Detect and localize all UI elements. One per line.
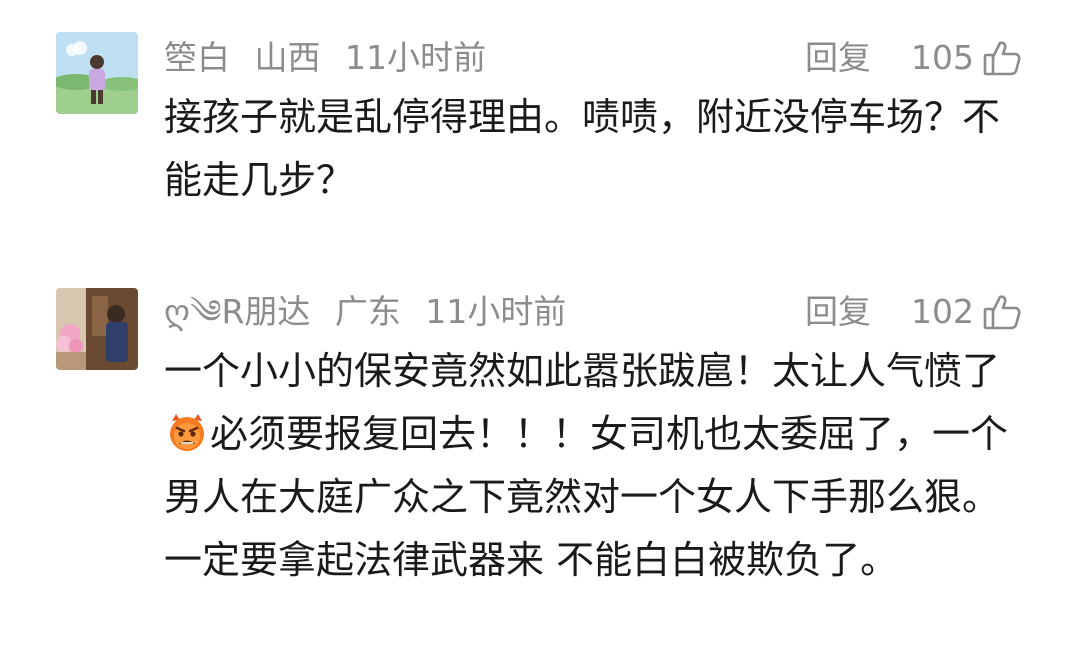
comment-actions: 回复 105 — [805, 33, 1022, 83]
username[interactable]: 箜白 — [164, 38, 230, 77]
comment-actions: 回复 102 — [805, 287, 1022, 337]
like-count: 105 — [911, 38, 974, 77]
reply-button[interactable]: 回复 — [805, 287, 871, 337]
comment-item: 箜白 山西 11小时前 回复 105 接孩子就是乱停得理由。啧啧，附近没停车场？… — [0, 0, 1080, 260]
location: 山西 — [254, 38, 321, 77]
comment-text: 接孩子就是乱停得理由。啧啧，附近没停车场？不能走几步？ — [164, 95, 1001, 202]
timestamp: 11小时前 — [425, 292, 567, 331]
username[interactable]: ღ༄R朋达 — [164, 292, 310, 331]
angry-face-emoji-icon — [166, 409, 208, 451]
like-count: 102 — [911, 292, 974, 331]
avatar[interactable] — [56, 32, 138, 114]
thumbs-up-icon[interactable] — [982, 38, 1022, 78]
comment-item: ღ༄R朋达 广东 11小时前 回复 102 一个小小的保安竟然如此嚣张跋扈！太让… — [0, 260, 1080, 652]
location: 广东 — [334, 292, 401, 331]
avatar[interactable] — [56, 288, 138, 370]
comment-meta: 箜白 山西 11小时前 — [164, 33, 500, 83]
comment-meta: ღ༄R朋达 广东 11小时前 — [164, 287, 580, 337]
reply-button[interactable]: 回复 — [805, 33, 871, 83]
comment-text-part: 一个小小的保安竟然如此嚣张跋扈！太让人气愤了 — [164, 349, 1001, 393]
timestamp: 11小时前 — [345, 38, 486, 77]
comment-text-part: 必须要报复回去！！！女司机也太委屈了，一个男人在大庭广众之下竟然对一个女人下手那… — [164, 412, 1009, 582]
comment-text: 一个小小的保安竟然如此嚣张跋扈！太让人气愤了 必须要报复回去！！！女司机也太委屈… — [164, 340, 1034, 592]
thumbs-up-icon[interactable] — [982, 292, 1022, 332]
